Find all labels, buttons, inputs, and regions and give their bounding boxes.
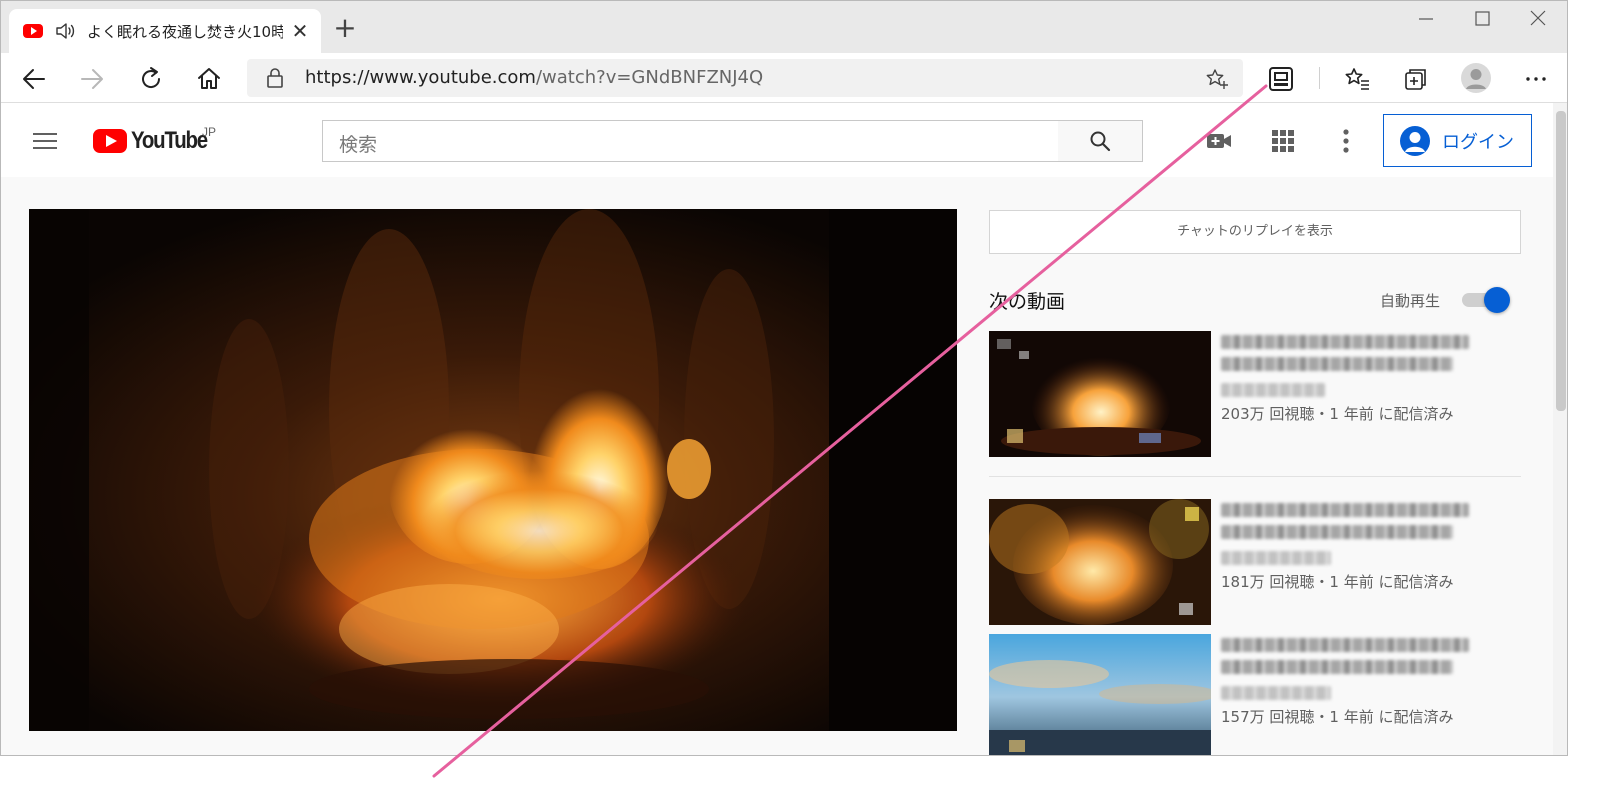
login-label: ログイン: [1442, 131, 1514, 153]
refresh-icon[interactable]: [134, 62, 168, 96]
video-title-blurred: [1221, 638, 1469, 652]
video-title-blurred: [1221, 335, 1469, 349]
login-button[interactable]: ログイン: [1383, 114, 1532, 167]
youtube-logo[interactable]: YouTube JP: [93, 125, 233, 157]
maximize-icon[interactable]: [1467, 7, 1497, 31]
channel-name-blurred: [1221, 686, 1331, 700]
video-thumbnail[interactable]: [989, 634, 1211, 755]
search-input[interactable]: 検索: [322, 120, 1059, 162]
youtube-header: YouTube JP 検索 ログイン: [1, 103, 1553, 177]
url-path: /watch?v=GNdBNFZNJ4Q: [535, 67, 764, 88]
channel-name-blurred: [1221, 383, 1325, 397]
lock-icon[interactable]: [265, 67, 285, 89]
address-bar[interactable]: https://www.youtube.com/watch?v=GNdBNFZN…: [247, 59, 1243, 97]
add-favorite-icon[interactable]: [1205, 67, 1229, 91]
apps-grid-icon[interactable]: [1269, 127, 1297, 155]
home-icon[interactable]: [192, 62, 226, 96]
search-button[interactable]: [1058, 120, 1143, 162]
video-thumbnail[interactable]: [989, 499, 1211, 625]
close-icon[interactable]: ✕: [289, 19, 311, 43]
channel-name-blurred: [1221, 551, 1331, 565]
profile-icon[interactable]: [1460, 62, 1492, 94]
recommendation-item[interactable]: 157万 回視聴・1 年前 に配信済み: [989, 634, 1529, 755]
youtube-play-icon: [93, 129, 127, 153]
speaker-icon[interactable]: [55, 22, 77, 40]
page-scrollbar[interactable]: [1553, 103, 1567, 755]
minimize-icon[interactable]: [1411, 7, 1441, 31]
recommendation-item[interactable]: 181万 回視聴・1 年前 に配信済み: [989, 499, 1529, 625]
video-title-blurred: [1221, 660, 1453, 674]
video-title-blurred: [1221, 357, 1453, 371]
video-meta: 157万 回視聴・1 年前 に配信済み: [1221, 708, 1454, 726]
url-text[interactable]: https://www.youtube.com/watch?v=GNdBNFZN…: [305, 67, 763, 88]
divider: [989, 476, 1521, 477]
new-tab-button[interactable]: +: [331, 14, 359, 43]
more-icon[interactable]: [1522, 65, 1550, 93]
settings-more-icon[interactable]: [1332, 127, 1360, 155]
video-title-blurred: [1221, 503, 1469, 517]
scrollbar-thumb[interactable]: [1556, 111, 1566, 411]
favorites-icon[interactable]: [1343, 65, 1371, 93]
toolbar-separator: [1319, 67, 1320, 89]
up-next-title: 次の動画: [989, 291, 1066, 313]
logo-text: YouTube: [131, 127, 208, 154]
window-close-icon[interactable]: [1523, 7, 1553, 31]
video-thumbnail[interactable]: [989, 331, 1211, 457]
tab-bar: よく眠れる夜通し焚き火10時間 ✕ +: [1, 1, 1567, 53]
browser-window: よく眠れる夜通し焚き火10時間 ✕ + https://www.youtube.…: [0, 0, 1568, 756]
url-domain: https://www.youtube.com: [305, 67, 536, 88]
account-icon: [1400, 125, 1430, 156]
autoplay-toggle[interactable]: [1462, 287, 1510, 313]
collections-icon[interactable]: [1402, 65, 1430, 93]
forward-arrow-icon[interactable]: [75, 62, 109, 96]
recommendation-item[interactable]: 203万 回視聴・1 年前 に配信済み: [989, 331, 1529, 457]
video-meta: 203万 回視聴・1 年前 に配信済み: [1221, 405, 1454, 423]
autoplay-toggle-knob[interactable]: [1484, 287, 1510, 313]
video-meta: 181万 回視聴・1 年前 に配信済み: [1221, 573, 1454, 591]
search-icon: [1090, 131, 1111, 152]
menu-icon[interactable]: [33, 131, 57, 151]
watch-page: チャットのリプレイを表示 次の動画 自動再生 203万 回視聴・1 年前 に配信…: [1, 177, 1553, 755]
address-toolbar: https://www.youtube.com/watch?v=GNdBNFZN…: [1, 53, 1567, 103]
tab-title: よく眠れる夜通し焚き火10時間: [87, 22, 283, 41]
back-arrow-icon[interactable]: [17, 62, 51, 96]
tab-active[interactable]: よく眠れる夜通し焚き火10時間 ✕: [9, 9, 321, 53]
video-title-blurred: [1221, 525, 1453, 539]
video-player[interactable]: [29, 209, 957, 731]
fire-video-frame: [29, 209, 957, 731]
search-placeholder: 検索: [339, 134, 378, 156]
logo-region: JP: [202, 125, 217, 139]
autoplay-label: 自動再生: [1380, 292, 1441, 310]
youtube-favicon: [23, 24, 43, 38]
picture-in-picture-icon[interactable]: [1267, 65, 1295, 93]
create-video-icon[interactable]: [1205, 127, 1233, 155]
chat-replay-button[interactable]: チャットのリプレイを表示: [989, 210, 1521, 254]
